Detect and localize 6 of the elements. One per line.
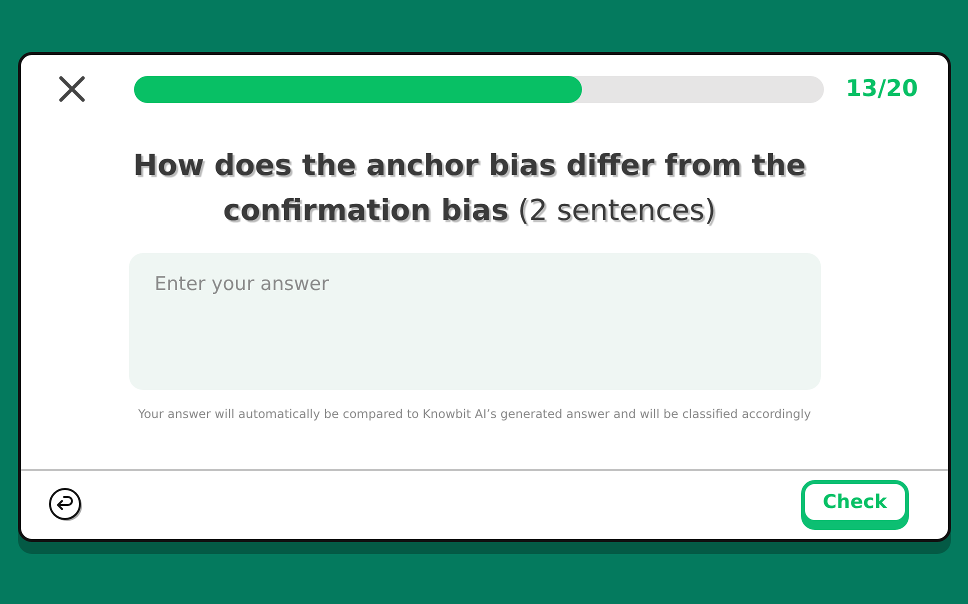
undo-icon[interactable] [49, 488, 83, 522]
close-icon[interactable] [58, 75, 86, 103]
progress-counter: 13/20 [846, 76, 918, 102]
answer-field[interactable]: Enter your answer [128, 253, 820, 390]
question-text: How does the anchor bias differ from the confirmation bias (2 sentences) [132, 147, 807, 229]
note-text: Your answer will automatically be compared to Knowbit AI’s generated answer and will be classified accordingly [138, 407, 811, 421]
